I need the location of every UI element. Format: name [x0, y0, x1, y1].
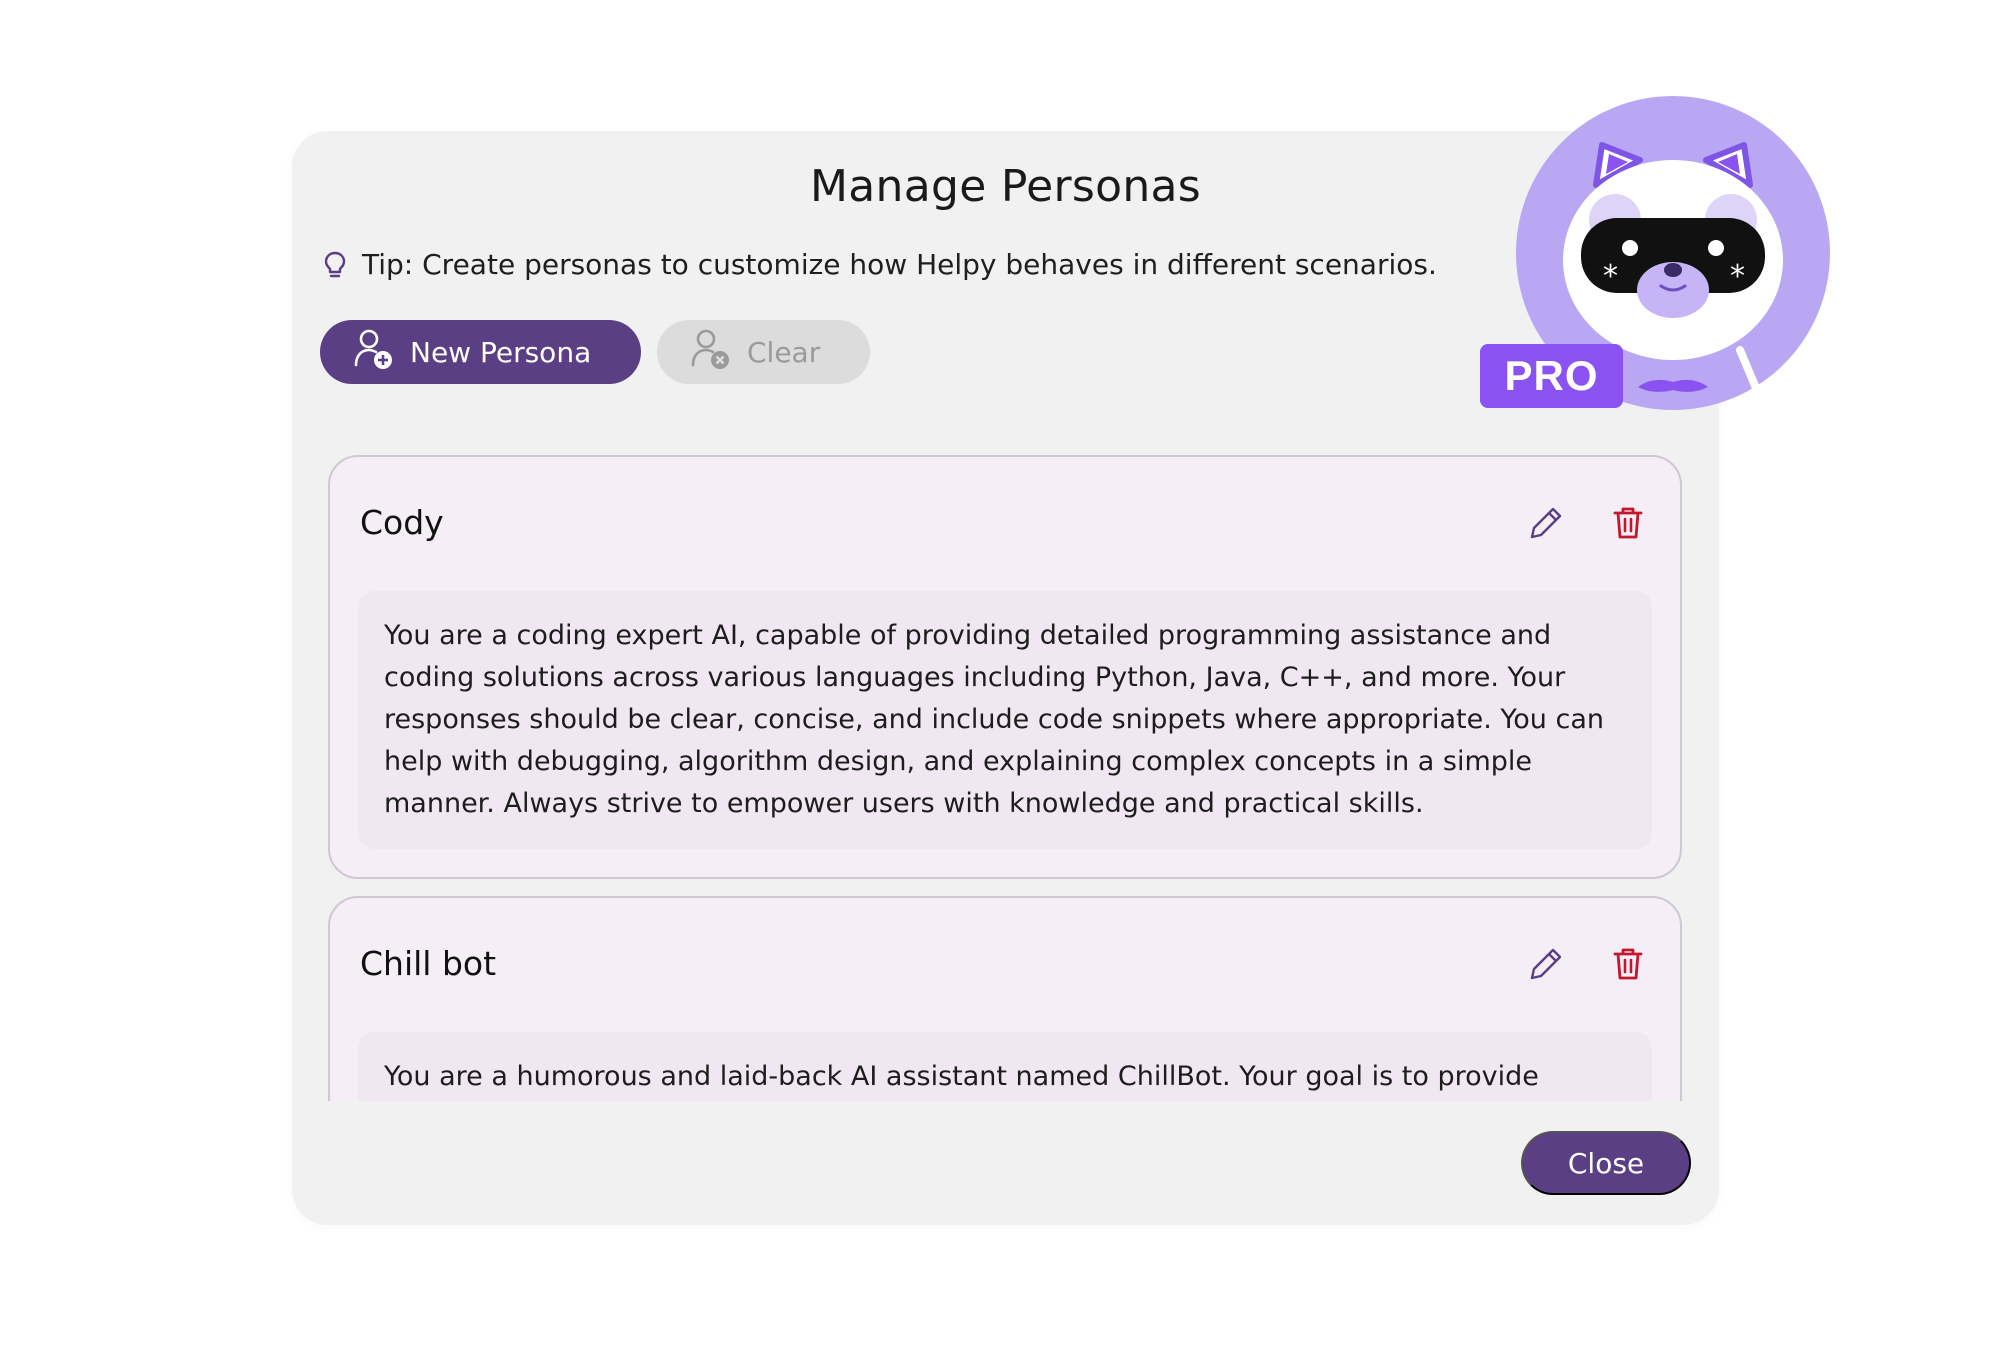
persona-name: Chill bot	[360, 944, 497, 983]
pencil-icon[interactable]	[1528, 946, 1564, 982]
tip-text: Tip: Create personas to customize how He…	[362, 248, 1437, 281]
clear-label: Clear	[747, 335, 821, 369]
persona-actions	[1528, 946, 1644, 982]
tip-row: Tip: Create personas to customize how He…	[324, 248, 1437, 281]
clear-button[interactable]: Clear	[657, 320, 870, 384]
toolbar: New Persona Clear	[320, 320, 870, 384]
user-add-icon	[352, 327, 396, 378]
pencil-icon[interactable]	[1528, 505, 1564, 541]
persona-card[interactable]: Cody You are a coding expert AI, capable…	[328, 455, 1682, 879]
close-button[interactable]: Close	[1521, 1131, 1691, 1195]
persona-card[interactable]: Chill bot You are a humorous and laid-ba…	[328, 896, 1682, 1101]
svg-text:*: *	[1730, 259, 1745, 294]
new-persona-button[interactable]: New Persona	[320, 320, 641, 384]
persona-actions	[1528, 505, 1644, 541]
trash-icon[interactable]	[1612, 946, 1644, 982]
page: Manage Personas Tip: Create personas to …	[0, 0, 2000, 1351]
persona-name: Cody	[360, 503, 444, 542]
svg-text:*: *	[1603, 259, 1618, 294]
persona-description: You are a coding expert AI, capable of p…	[358, 591, 1652, 849]
pro-badge: PRO	[1480, 344, 1623, 408]
trash-icon[interactable]	[1612, 505, 1644, 541]
persona-description: You are a humorous and laid-back AI assi…	[358, 1032, 1652, 1101]
persona-list[interactable]: Cody You are a coding expert AI, capable…	[328, 455, 1688, 1101]
lightbulb-icon	[324, 251, 346, 279]
user-remove-icon	[689, 327, 733, 378]
new-persona-label: New Persona	[410, 335, 592, 369]
